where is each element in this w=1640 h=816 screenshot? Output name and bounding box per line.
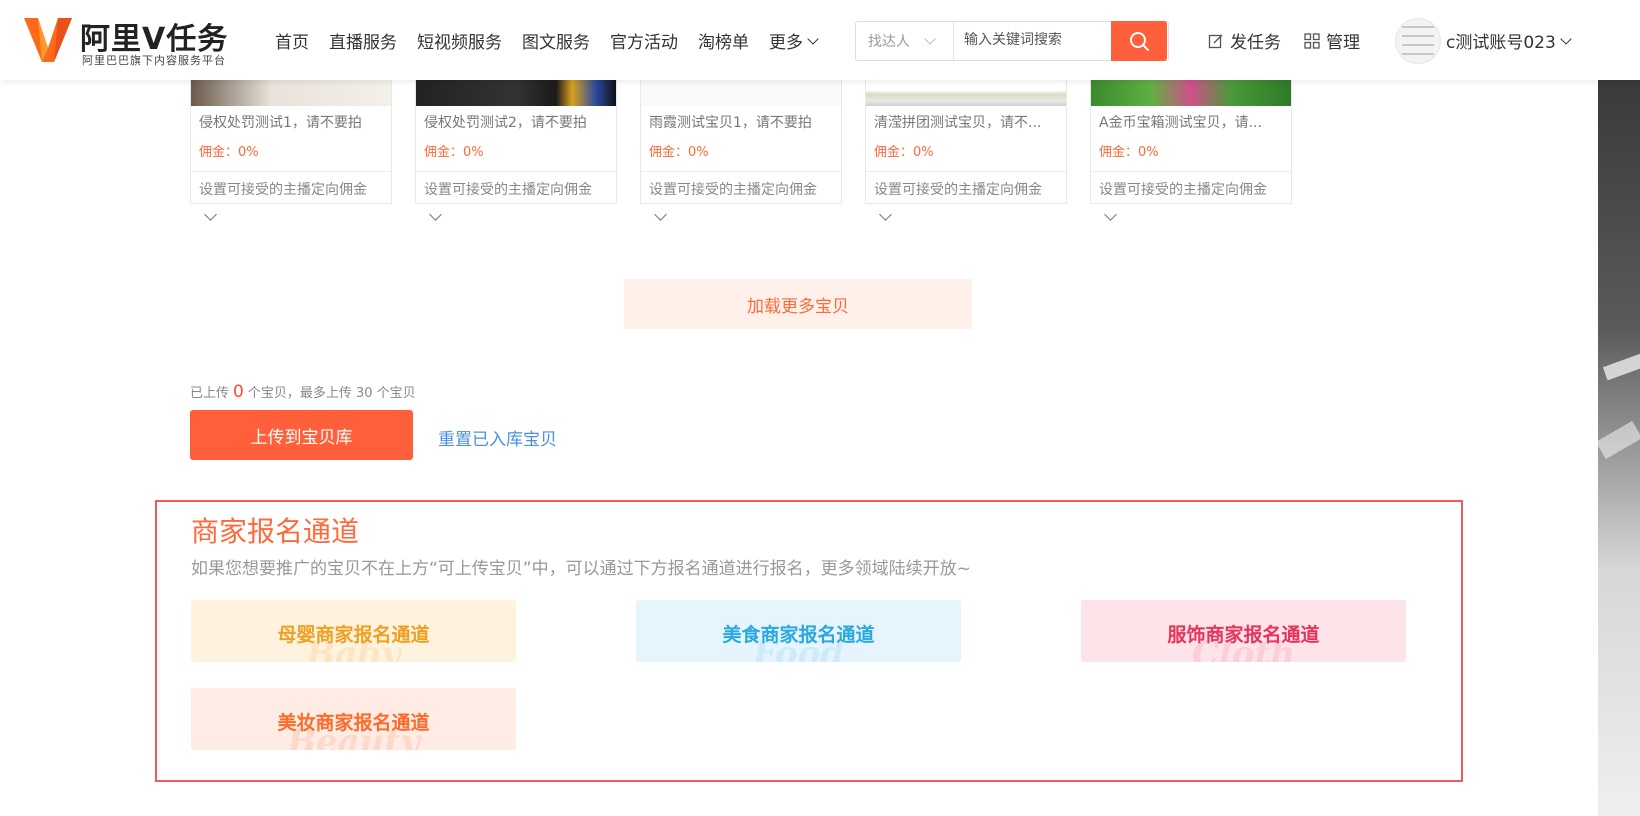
nav-more-label: 更多 — [769, 33, 803, 53]
channel-label: 母婴商家报名通道 — [277, 624, 430, 646]
channel-label: 美食商家报名通道 — [722, 624, 875, 646]
nav-activities[interactable]: 官方活动 — [610, 28, 678, 53]
product-title: 雨霞测试宝贝1，请不要拍 — [649, 115, 812, 131]
publish-task-label: 发任务 — [1230, 33, 1281, 53]
section-description: 如果您想要推广的宝贝不在上方“可上传宝贝”中，可以通过下方报名通道进行报名，更多… — [191, 559, 971, 579]
chevron-down-icon[interactable] — [879, 208, 892, 221]
section-title: 商家报名通道 — [191, 515, 360, 548]
channel-beauty[interactable]: 美妆商家报名通道 Beauty — [191, 688, 516, 750]
upload-status: 已上传 0 个宝贝，最多上传 30 个宝贝 — [190, 382, 416, 402]
nav-rankings[interactable]: 淘榜单 — [698, 28, 749, 53]
chevron-down-icon[interactable] — [429, 208, 442, 221]
divider — [866, 171, 1066, 172]
chevron-down-icon — [1560, 32, 1572, 45]
product-image — [641, 80, 841, 106]
top-header: 阿里V任务 阿里巴巴旗下内容服务平台 首页 直播服务 短视频服务 图文服务 官方… — [0, 0, 1640, 80]
upload-to-library-button[interactable]: 上传到宝贝库 — [190, 410, 413, 460]
product-title: A金币宝箱测试宝贝，请... — [1099, 115, 1262, 131]
commission-setting: 设置可接受的主播定向佣金 — [424, 182, 592, 198]
product-commission: 佣金：0% — [1099, 145, 1159, 160]
nav-home[interactable]: 首页 — [275, 28, 309, 53]
product-card[interactable]: 雨霞测试宝贝1，请不要拍 佣金：0% 设置可接受的主播定向佣金 — [640, 80, 842, 221]
product-image — [416, 80, 616, 106]
username: c测试账号023 — [1446, 33, 1556, 53]
logo[interactable]: 阿里V任务 阿里巴巴旗下内容服务平台 — [22, 14, 252, 67]
product-image — [866, 80, 1066, 106]
reset-library-link[interactable]: 重置已入库宝贝 — [438, 425, 557, 450]
channel-cloth[interactable]: 服饰商家报名通道 Cloth — [1081, 600, 1406, 662]
search-type-label: 找达人 — [868, 34, 910, 50]
channel-label: 服饰商家报名通道 — [1167, 624, 1320, 646]
main-nav: 首页 直播服务 短视频服务 图文服务 官方活动 淘榜单 更多 — [275, 28, 837, 53]
product-title: 清滢拼团测试宝贝，请不... — [874, 115, 1042, 131]
search-input[interactable] — [954, 22, 1111, 58]
product-commission: 佣金：0% — [424, 145, 484, 160]
search-icon — [1130, 32, 1149, 51]
chevron-down-icon — [807, 32, 819, 45]
edit-icon — [1208, 34, 1223, 48]
channel-baby[interactable]: 母婴商家报名通道 Baby — [191, 600, 516, 662]
commission-setting: 设置可接受的主播定向佣金 — [649, 182, 817, 198]
upload-prefix: 已上传 — [190, 386, 230, 401]
chevron-down-icon — [924, 33, 936, 45]
product-commission: 佣金：0% — [649, 145, 709, 160]
search-type-select[interactable]: 找达人 — [856, 22, 954, 60]
divider — [641, 171, 841, 172]
product-card[interactable]: A金币宝箱测试宝贝，请... 佣金：0% 设置可接受的主播定向佣金 — [1090, 80, 1292, 221]
nav-live[interactable]: 直播服务 — [329, 28, 397, 53]
divider — [1091, 171, 1291, 172]
commission-setting: 设置可接受的主播定向佣金 — [199, 182, 367, 198]
chevron-down-icon[interactable] — [1104, 208, 1117, 221]
channel-label: 美妆商家报名通道 — [277, 712, 430, 734]
product-image — [1091, 80, 1291, 106]
publish-task-button[interactable]: 发任务 — [1208, 28, 1281, 53]
manage-button[interactable]: 管理 — [1304, 28, 1360, 53]
nav-more[interactable]: 更多 — [769, 28, 819, 53]
upload-suffix: 个宝贝，最多上传 30 个宝贝 — [247, 386, 416, 401]
upload-count: 0 — [233, 382, 244, 402]
background-decoration — [1598, 0, 1640, 816]
grid-icon — [1304, 32, 1320, 49]
commission-setting: 设置可接受的主播定向佣金 — [1099, 182, 1267, 198]
load-more-button[interactable]: 加载更多宝贝 — [624, 279, 972, 329]
product-card[interactable]: 侵权处罚测试1，请不要拍 佣金：0% 设置可接受的主播定向佣金 — [190, 80, 392, 221]
divider — [416, 171, 616, 172]
user-menu[interactable]: c测试账号023 — [1446, 28, 1572, 53]
logo-subtitle: 阿里巴巴旗下内容服务平台 — [82, 54, 226, 67]
search-bar: 找达人 — [855, 21, 1169, 61]
channel-food[interactable]: 美食商家报名通道 Food — [636, 600, 961, 662]
chevron-down-icon[interactable] — [654, 208, 667, 221]
divider — [191, 171, 391, 172]
avatar[interactable] — [1395, 18, 1441, 64]
product-title: 侵权处罚测试1，请不要拍 — [199, 115, 362, 131]
nav-short-video[interactable]: 短视频服务 — [417, 28, 502, 53]
chevron-down-icon[interactable] — [204, 208, 217, 221]
product-card[interactable]: 清滢拼团测试宝贝，请不... 佣金：0% 设置可接受的主播定向佣金 — [865, 80, 1067, 221]
manage-label: 管理 — [1326, 33, 1360, 53]
product-title: 侵权处罚测试2，请不要拍 — [424, 115, 587, 131]
v-logo-icon — [24, 18, 72, 62]
product-card[interactable]: 侵权处罚测试2，请不要拍 佣金：0% 设置可接受的主播定向佣金 — [415, 80, 617, 221]
product-commission: 佣金：0% — [874, 145, 934, 160]
commission-setting: 设置可接受的主播定向佣金 — [874, 182, 1042, 198]
nav-graphic[interactable]: 图文服务 — [522, 28, 590, 53]
product-commission: 佣金：0% — [199, 145, 259, 160]
product-image — [191, 80, 391, 106]
search-button[interactable] — [1111, 21, 1167, 61]
merchant-signup-section: 商家报名通道 如果您想要推广的宝贝不在上方“可上传宝贝”中，可以通过下方报名通道… — [155, 500, 1463, 782]
